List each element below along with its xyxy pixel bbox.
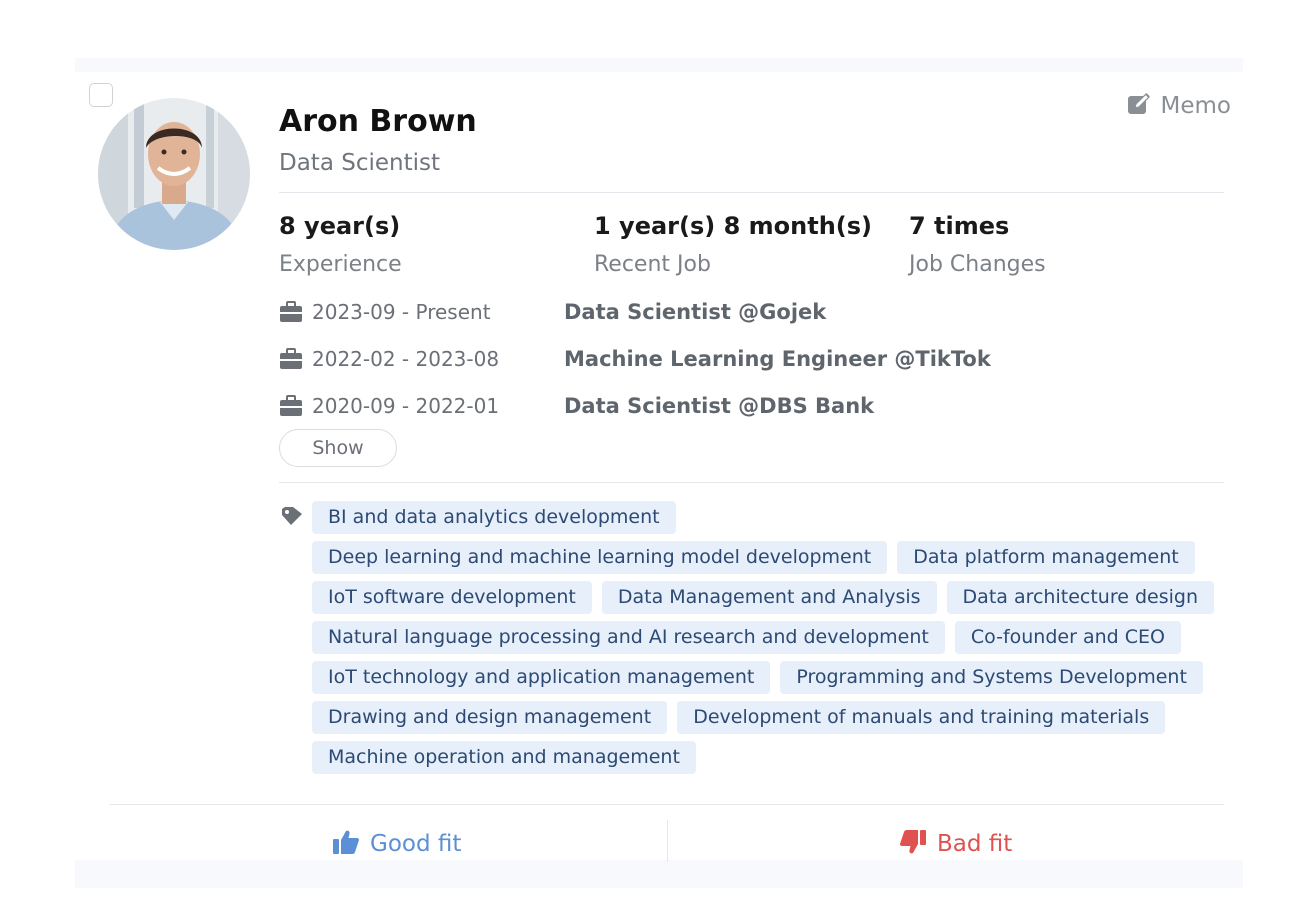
divider [279,192,1224,193]
tag-row: Machine operation and management [312,741,1192,774]
job-role: Data Scientist @Gojek [564,300,827,324]
divider [110,804,1224,805]
stat-recent-job-label: Recent Job [594,252,711,277]
card-bottom-band [75,860,1243,888]
briefcase-icon [279,301,303,323]
candidate-card: Memo Aron Brown Data Scientist 8 year(s)… [75,72,1243,862]
stat-experience-value: 8 year(s) [279,212,401,240]
avatar [98,98,250,250]
tag-row: IoT software development Data Management… [312,581,1214,614]
thumbs-up-icon [332,829,360,859]
skill-tag[interactable]: Deep learning and machine learning model… [312,541,888,574]
job-history-row: 2022-02 - 2023-08 Machine Learning Engin… [279,344,991,374]
bad-fit-button[interactable]: Bad fit [899,824,1012,864]
skill-tag[interactable]: IoT technology and application managemen… [312,661,771,694]
footer-divider [667,820,668,862]
bad-fit-label: Bad fit [937,831,1013,857]
skill-tag[interactable]: Data Management and Analysis [601,581,937,614]
job-period: 2020-09 - 2022-01 [312,394,500,418]
skill-tag[interactable]: Development of manuals and training mate… [677,701,1166,734]
job-history-row: 2023-09 - Present Data Scientist @Gojek [279,297,826,327]
skill-tag[interactable]: Drawing and design management [312,701,668,734]
candidate-name: Aron Brown [279,104,477,139]
briefcase-icon [279,348,303,370]
skill-tags: BI and data analytics development Deep l… [312,501,1214,781]
job-period: 2022-02 - 2023-08 [312,347,500,371]
tag-row: Drawing and design management Developmen… [312,701,1192,734]
memo-label: Memo [1160,93,1231,119]
skill-tag[interactable]: Natural language processing and AI resea… [312,621,945,654]
skill-tag[interactable]: BI and data analytics development [312,501,676,534]
skill-tag[interactable]: Co-founder and CEO [954,621,1181,654]
job-role: Machine Learning Engineer @TikTok [564,347,991,371]
job-history-row: 2020-09 - 2022-01 Data Scientist @DBS Ba… [279,391,874,421]
skill-tag[interactable]: Machine operation and management [312,741,696,774]
tag-row: Deep learning and machine learning model… [312,541,1195,574]
select-checkbox[interactable] [89,83,113,107]
briefcase-icon [279,395,303,417]
tag-row: IoT technology and application managemen… [312,661,1203,694]
show-more-button[interactable]: Show [279,429,397,467]
tag-icon [281,506,303,530]
skill-tag[interactable]: IoT software development [312,581,592,614]
job-role: Data Scientist @DBS Bank [564,394,875,418]
candidate-title: Data Scientist [279,150,440,176]
skill-tag[interactable]: Data architecture design [946,581,1214,614]
job-period: 2023-09 - Present [312,300,491,324]
stat-experience-label: Experience [279,252,402,277]
skill-tag[interactable]: Programming and Systems Development [780,661,1203,694]
good-fit-button[interactable]: Good fit [332,824,461,864]
stat-job-changes-label: Job Changes [909,252,1046,277]
edit-icon [1127,92,1151,120]
memo-button[interactable]: Memo [1127,92,1231,120]
thumbs-down-icon [899,829,927,859]
skill-tag[interactable]: Data platform management [897,541,1195,574]
tag-row: Natural language processing and AI resea… [312,621,1192,654]
stat-job-changes-value: 7 times [909,212,1010,240]
stat-recent-job-value: 1 year(s) 8 month(s) [594,212,873,240]
good-fit-label: Good fit [370,831,462,857]
divider [279,482,1224,483]
tag-row: BI and data analytics development [312,501,1192,534]
